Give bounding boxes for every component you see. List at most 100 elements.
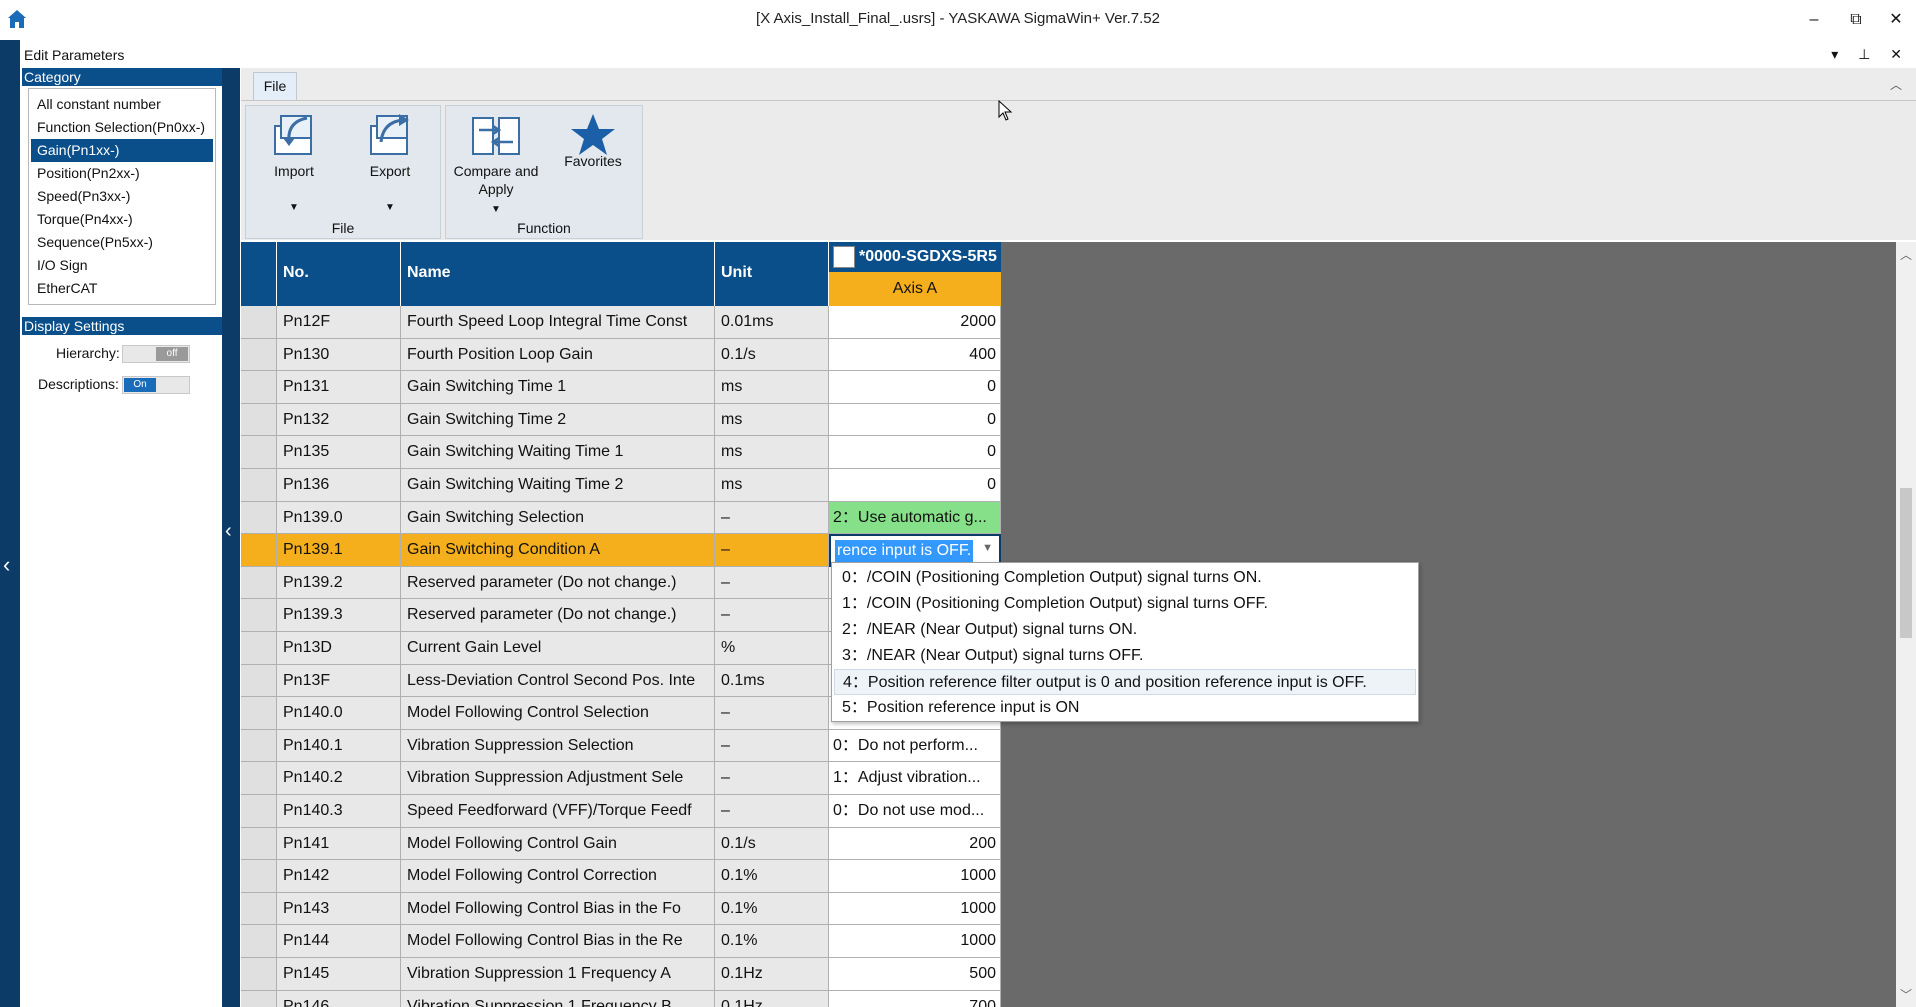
param-value[interactable]: 1000 [829, 860, 1001, 893]
param-name: Speed Feedforward (VFF)/Torque Feedf [401, 795, 715, 828]
chevron-down-icon[interactable]: ▼ [982, 542, 993, 554]
header-unit[interactable]: Unit [715, 242, 829, 306]
axis-a-header: Axis A [829, 272, 1001, 306]
table-row[interactable]: Pn136 Gain Switching Waiting Time 2 ms 0 [241, 469, 1001, 502]
import-button[interactable]: Import ▼ [248, 106, 340, 220]
param-number: Pn139.2 [277, 566, 401, 600]
collapse-ribbon-icon[interactable]: ︿ [1890, 76, 1902, 93]
param-value[interactable]: 1000 [829, 925, 1001, 958]
param-value[interactable]: 2：Use automatic g... [829, 501, 1001, 535]
param-value[interactable]: 0 [829, 469, 1001, 502]
scroll-up-icon[interactable]: ︿ [1900, 246, 1912, 263]
param-value[interactable]: 700 [829, 990, 1001, 1007]
dropdown-arrow-icon[interactable]: ▼ [248, 202, 340, 213]
header-name[interactable]: Name [401, 242, 715, 306]
dropdown-option[interactable]: 5：Position reference input is ON [834, 695, 1416, 721]
category-item[interactable]: Function Selection(Pn0xx-) [31, 116, 213, 139]
table-row[interactable]: Pn12F Fourth Speed Loop Integral Time Con… [241, 306, 1001, 339]
category-item-selected[interactable]: Gain(Pn1xx-) [31, 139, 213, 162]
category-item[interactable]: All constant number [31, 93, 213, 116]
param-value[interactable]: 1：Adjust vibration... [829, 762, 1001, 795]
param-unit: ms [715, 469, 829, 502]
param-value[interactable]: 0：Do not perform... [829, 729, 1001, 763]
dropdown-option[interactable]: 1：/COIN (Positioning Completion Output) … [834, 591, 1416, 617]
param-unit: – [715, 566, 829, 600]
dropdown-option[interactable]: 0：/COIN (Positioning Completion Output) … [834, 565, 1416, 591]
table-row[interactable]: Pn144 Model Following Control Bias in the… [241, 925, 1001, 958]
table-row[interactable]: Pn140.3 Speed Feedforward (VFF)/Torque Fe… [241, 795, 1001, 828]
category-item[interactable]: Speed(Pn3xx-) [31, 185, 213, 208]
dropdown-arrow-icon[interactable]: ▼ [448, 204, 544, 215]
param-value[interactable]: 0 [829, 371, 1001, 404]
chevron-left-icon[interactable]: ‹ [225, 520, 232, 543]
panel-controls[interactable]: ▾ ⊥ ✕ [1831, 46, 1910, 63]
param-name: Gain Switching Condition A [401, 534, 715, 567]
scroll-down-icon[interactable]: ﹀ [1900, 986, 1912, 1003]
export-button[interactable]: Export ▼ [344, 106, 436, 220]
param-value[interactable]: 2000 [829, 306, 1001, 339]
file-group: Import ▼ Export ▼ File [245, 105, 441, 239]
row-gutter [241, 403, 277, 437]
table-row[interactable]: Pn135 Gain Switching Waiting Time 1 ms 0 [241, 436, 1001, 469]
vertical-scrollbar[interactable]: ︿ ﹀ [1896, 242, 1916, 1007]
ribbon: File ︿ Import ▼ Export ▼ File Compare an… [241, 68, 1916, 240]
param-name: Less-Deviation Control Second Pos. Inte [401, 664, 715, 698]
hierarchy-toggle[interactable]: off [122, 345, 190, 363]
param-value[interactable]: 500 [829, 958, 1001, 991]
table-row[interactable]: Pn141 Model Following Control Gain 0.1/s 20… [241, 827, 1001, 861]
table-row[interactable]: Pn139.0 Gain Switching Selection –2：Use au… [241, 501, 1001, 535]
param-value[interactable]: 400 [829, 338, 1001, 372]
param-number: Pn142 [277, 860, 401, 893]
table-row[interactable]: Pn140.1 Vibration Suppression Selection –0… [241, 729, 1001, 763]
category-item[interactable]: I/O Sign [31, 254, 213, 277]
table-row[interactable]: Pn131 Gain Switching Time 1 ms 0 [241, 371, 1001, 404]
param-unit: – [715, 697, 829, 730]
param-unit: ms [715, 371, 829, 404]
param-unit: 0.1Hz [715, 990, 829, 1007]
descriptions-toggle[interactable]: On [122, 376, 190, 394]
dropdown-option[interactable]: 2：/NEAR (Near Output) signal turns ON. [834, 617, 1416, 643]
param-value[interactable]: 0：Do not use mod... [829, 795, 1001, 828]
condition-dropdown-list[interactable]: 0：/COIN (Positioning Completion Output) … [831, 562, 1419, 722]
table-row[interactable]: Pn132 Gain Switching Time 2 ms 0 [241, 403, 1001, 437]
table-row[interactable]: Pn130 Fourth Position Loop Gain 0.1/s 400 [241, 338, 1001, 372]
combobox-selected-text[interactable]: rence input is OFF. [835, 540, 974, 563]
param-value[interactable]: 0 [829, 436, 1001, 469]
favorites-button[interactable]: Favorites [546, 106, 640, 220]
device-checkbox[interactable] [833, 246, 855, 268]
param-name: Model Following Control Gain [401, 827, 715, 861]
header-unit-label: Unit [721, 264, 753, 281]
category-item[interactable]: Sequence(Pn5xx-) [31, 231, 213, 254]
scrollbar-thumb[interactable] [1900, 488, 1912, 638]
param-name: Gain Switching Selection [401, 501, 715, 535]
header-no[interactable]: No. [277, 242, 401, 306]
row-gutter [241, 306, 277, 339]
param-number: Pn131 [277, 371, 401, 404]
row-gutter [241, 566, 277, 600]
compare-and-apply-button[interactable]: Compare and Apply ▼ [448, 106, 544, 220]
dropdown-arrow-icon[interactable]: ▼ [344, 202, 436, 213]
minimize-button[interactable]: – [1794, 6, 1834, 34]
param-value[interactable]: 1000 [829, 892, 1001, 926]
param-number: Pn132 [277, 403, 401, 437]
param-value[interactable]: 200 [829, 827, 1001, 861]
chevron-left-icon[interactable]: ‹ [3, 552, 10, 578]
table-row[interactable]: Pn140.2 Vibration Suppression Adjustment … [241, 762, 1001, 795]
table-row[interactable]: Pn145 Vibration Suppression 1 Frequency A… [241, 958, 1001, 991]
restore-button[interactable]: ⧉ [1836, 6, 1876, 34]
category-list[interactable]: All constant number Function Selection(P… [28, 88, 216, 305]
table-row[interactable]: Pn146 Vibration Suppression 1 Frequency B… [241, 990, 1001, 1007]
table-row[interactable]: Pn142 Model Following Control Correction 0… [241, 860, 1001, 893]
category-item[interactable]: EtherCAT [31, 277, 213, 300]
category-item[interactable]: Torque(Pn4xx-) [31, 208, 213, 231]
param-value[interactable]: 0 [829, 403, 1001, 437]
left-collapse-strip[interactable]: ‹ [0, 40, 20, 1007]
tab-file[interactable]: File [253, 72, 297, 100]
sidebar-collapse-bar[interactable]: ‹ [222, 68, 240, 1007]
dropdown-option[interactable]: 3：/NEAR (Near Output) signal turns OFF. [834, 643, 1416, 669]
param-unit: ms [715, 436, 829, 469]
table-row[interactable]: Pn143 Model Following Control Bias in the… [241, 892, 1001, 926]
dropdown-option-highlighted[interactable]: 4：Position reference filter output is 0 … [834, 669, 1416, 695]
category-item[interactable]: Position(Pn2xx-) [31, 162, 213, 185]
close-button[interactable]: ✕ [1876, 6, 1916, 34]
